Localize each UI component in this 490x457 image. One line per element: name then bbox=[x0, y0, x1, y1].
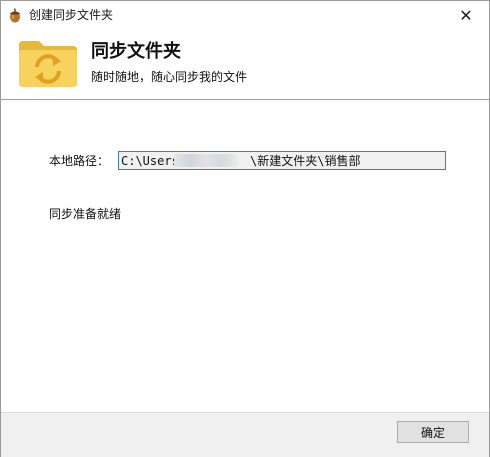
page-subtitle: 随时随地，随心同步我的文件 bbox=[91, 70, 248, 84]
path-suffix: \新建文件夹\销售部 bbox=[250, 154, 361, 168]
dialog-window: 创建同步文件夹 ✕ 同步文件夹 随时随地，随心同步我的文件 本地路径： C:\U… bbox=[0, 0, 490, 457]
sync-folder-icon bbox=[19, 41, 77, 87]
redacted-username bbox=[174, 154, 238, 167]
close-icon: ✕ bbox=[459, 5, 473, 25]
content-area: 本地路径： C:\Users\ \新建文件夹\销售部 同步准备就绪 bbox=[1, 100, 489, 412]
page-title: 同步文件夹 bbox=[91, 41, 181, 62]
ok-button[interactable]: 确定 bbox=[397, 421, 469, 443]
status-text: 同步准备就绪 bbox=[49, 207, 122, 221]
window-title: 创建同步文件夹 bbox=[29, 8, 114, 22]
local-path-value: C:\Users\ \新建文件夹\销售部 bbox=[121, 153, 360, 169]
header-banner: 同步文件夹 随时随地，随心同步我的文件 bbox=[1, 29, 489, 100]
button-bar: 确定 bbox=[1, 412, 489, 457]
title-bar: 创建同步文件夹 ✕ bbox=[1, 1, 489, 29]
local-path-field[interactable]: C:\Users\ \新建文件夹\销售部 bbox=[118, 151, 446, 170]
local-path-label: 本地路径： bbox=[49, 154, 110, 168]
acorn-icon bbox=[9, 8, 21, 23]
close-button[interactable]: ✕ bbox=[443, 1, 489, 29]
